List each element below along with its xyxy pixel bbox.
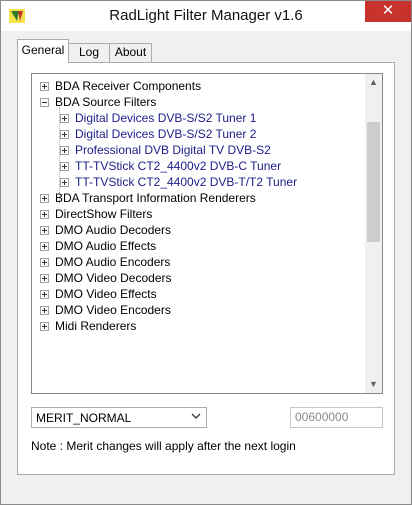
tab-general[interactable]: General xyxy=(17,39,69,63)
tree-item-tt-dvbc[interactable]: TT-TVStick CT2_4400v2 DVB-C Tuner xyxy=(60,158,360,174)
general-panel: BDA Receiver Components BDA Source Filte… xyxy=(17,62,395,475)
expand-icon[interactable] xyxy=(40,290,49,299)
expand-icon[interactable] xyxy=(40,242,49,251)
expand-icon[interactable] xyxy=(60,162,69,171)
expand-icon[interactable] xyxy=(40,258,49,267)
tree-item-bda-receiver[interactable]: BDA Receiver Components xyxy=(40,78,360,94)
tree-item-midi-renderers[interactable]: Midi Renderers xyxy=(40,318,360,334)
title-bar[interactable]: RadLight Filter Manager v1.6 ✕ xyxy=(1,1,411,31)
tree-item-professional-dvb[interactable]: Professional DVB Digital TV DVB-S2 xyxy=(60,142,360,158)
expand-icon[interactable] xyxy=(40,322,49,331)
scroll-up-icon[interactable]: ▲ xyxy=(365,74,382,91)
tree-item-dmo-audio-decoders[interactable]: DMO Audio Decoders xyxy=(40,222,360,238)
expand-icon[interactable] xyxy=(60,178,69,187)
tree-item-dmo-video-encoders[interactable]: DMO Video Encoders xyxy=(40,302,360,318)
expand-icon[interactable] xyxy=(40,210,49,219)
merit-note: Note : Merit changes will apply after th… xyxy=(31,439,296,453)
expand-icon[interactable] xyxy=(60,146,69,155)
tree-item-dmo-audio-effects[interactable]: DMO Audio Effects xyxy=(40,238,360,254)
filter-tree[interactable]: BDA Receiver Components BDA Source Filte… xyxy=(31,73,383,394)
tree-scrollbar[interactable]: ▲ ▼ xyxy=(365,74,382,393)
app-window: RadLight Filter Manager v1.6 ✕ General L… xyxy=(0,0,412,505)
expand-icon[interactable] xyxy=(40,194,49,203)
expand-icon[interactable] xyxy=(60,114,69,123)
collapse-icon[interactable] xyxy=(40,98,49,107)
expand-icon[interactable] xyxy=(60,130,69,139)
tree-item-tt-dvbt[interactable]: TT-TVStick CT2_4400v2 DVB-T/T2 Tuner xyxy=(60,174,360,190)
chevron-down-icon xyxy=(191,413,201,419)
expand-icon[interactable] xyxy=(40,274,49,283)
expand-icon[interactable] xyxy=(40,306,49,315)
scroll-down-icon[interactable]: ▼ xyxy=(365,376,382,393)
tree-item-dmo-video-effects[interactable]: DMO Video Effects xyxy=(40,286,360,302)
tree-item-dmo-video-decoders[interactable]: DMO Video Decoders xyxy=(40,270,360,286)
tab-log[interactable]: Log xyxy=(68,43,110,63)
tree-item-dd-tuner-1[interactable]: Digital Devices DVB-S/S2 Tuner 1 xyxy=(60,110,360,126)
tree-item-dmo-audio-encoders[interactable]: DMO Audio Encoders xyxy=(40,254,360,270)
tree-item-bda-source[interactable]: BDA Source Filters xyxy=(40,94,360,110)
window-title: RadLight Filter Manager v1.6 xyxy=(109,7,303,24)
expand-icon[interactable] xyxy=(40,82,49,91)
close-button[interactable]: ✕ xyxy=(365,1,411,22)
merit-dropdown-value: MERIT_NORMAL xyxy=(36,411,132,425)
scroll-thumb[interactable] xyxy=(367,122,380,242)
merit-value-field[interactable]: 00600000 xyxy=(290,407,383,428)
tree-item-directshow[interactable]: DirectShow Filters xyxy=(40,206,360,222)
tab-about[interactable]: About xyxy=(109,43,152,63)
merit-dropdown[interactable]: MERIT_NORMAL xyxy=(31,407,207,428)
expand-icon[interactable] xyxy=(40,226,49,235)
tree-item-dd-tuner-2[interactable]: Digital Devices DVB-S/S2 Tuner 2 xyxy=(60,126,360,142)
tree-item-bda-transport[interactable]: BDA Transport Information Renderers xyxy=(40,190,360,206)
